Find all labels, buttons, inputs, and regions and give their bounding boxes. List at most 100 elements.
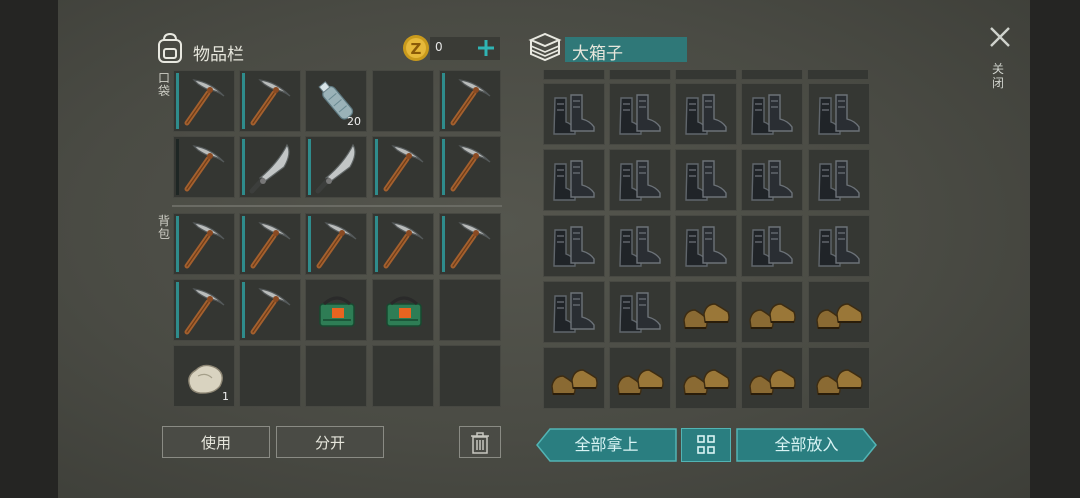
- sort-button[interactable]: [681, 428, 731, 462]
- item-slot[interactable]: [741, 149, 803, 211]
- item-slot[interactable]: [372, 213, 434, 275]
- item-quantity: 20: [347, 115, 361, 128]
- item-slot[interactable]: [173, 279, 235, 341]
- empty-slot[interactable]: [239, 345, 301, 407]
- item-slot[interactable]: [808, 149, 870, 211]
- black-boots-icon: [751, 226, 793, 267]
- pickaxe-icon: [250, 79, 291, 126]
- machete-icon: [315, 143, 356, 194]
- inventory-title: 物品栏: [193, 45, 244, 65]
- black-boots-icon: [553, 292, 595, 333]
- empty-slot[interactable]: [372, 70, 434, 132]
- item-slot[interactable]: [439, 70, 501, 132]
- item-slot[interactable]: [239, 279, 301, 341]
- item-slot[interactable]: [609, 83, 671, 145]
- pickaxe-icon: [184, 222, 225, 269]
- item-slot[interactable]: [808, 83, 870, 145]
- item-slot[interactable]: [543, 347, 605, 409]
- trash-icon: [471, 432, 489, 454]
- empty-slot[interactable]: [305, 345, 367, 407]
- empty-slot[interactable]: [439, 279, 501, 341]
- item-slot[interactable]: [439, 213, 501, 275]
- item-slot[interactable]: [173, 213, 235, 275]
- right-screen-edge: [1030, 0, 1080, 498]
- empty-slot[interactable]: [372, 345, 434, 407]
- take-all-button[interactable]: 全部拿上: [536, 428, 677, 462]
- item-slot[interactable]: [675, 347, 737, 409]
- black-boots-icon: [685, 94, 727, 135]
- item-slot[interactable]: [305, 279, 367, 341]
- pickaxe-icon: [250, 288, 291, 335]
- black-boots-icon: [818, 94, 860, 135]
- item-slot[interactable]: [239, 213, 301, 275]
- item-slot[interactable]: [543, 215, 605, 277]
- item-slot[interactable]: [808, 215, 870, 277]
- pickaxe-icon: [184, 145, 225, 192]
- item-slot[interactable]: [173, 136, 235, 198]
- empty-slot[interactable]: [439, 345, 501, 407]
- item-slot[interactable]: [239, 136, 301, 198]
- item-slot[interactable]: [675, 215, 737, 277]
- brown-shoes-icon: [816, 369, 863, 395]
- item-slot[interactable]: [675, 281, 737, 343]
- item-slot[interactable]: [372, 279, 434, 341]
- black-boots-icon: [619, 160, 661, 201]
- item-slot[interactable]: [609, 215, 671, 277]
- brown-shoes-icon: [617, 369, 664, 395]
- black-boots-icon: [553, 226, 595, 267]
- item-slot[interactable]: [543, 281, 605, 343]
- black-boots-icon: [818, 226, 860, 267]
- pickaxe-icon: [450, 145, 491, 192]
- black-boots-icon: [619, 226, 661, 267]
- item-slot[interactable]: [305, 136, 367, 198]
- item-slot[interactable]: [808, 347, 870, 409]
- black-boots-icon: [751, 94, 793, 135]
- brown-shoes-icon: [749, 303, 796, 329]
- item-slot[interactable]: [609, 347, 671, 409]
- take-all-label: 全部拿上: [574, 435, 639, 454]
- coin-icon: Z: [402, 34, 430, 62]
- container-title: 大箱子: [572, 44, 623, 64]
- item-slot[interactable]: [675, 149, 737, 211]
- item-slot[interactable]: [543, 149, 605, 211]
- supply-box-icon: [319, 296, 355, 327]
- item-slot[interactable]: [239, 70, 301, 132]
- item-slot[interactable]: 1: [173, 345, 235, 407]
- item-slot[interactable]: [372, 136, 434, 198]
- item-slot[interactable]: [439, 136, 501, 198]
- item-slot[interactable]: [609, 149, 671, 211]
- put-all-button[interactable]: 全部放入: [736, 428, 877, 462]
- item-slot[interactable]: [675, 83, 737, 145]
- item-slot[interactable]: 20: [305, 70, 367, 132]
- brown-shoes-icon: [749, 369, 796, 395]
- coin-count: 0: [435, 40, 443, 54]
- item-slot[interactable]: [305, 213, 367, 275]
- pickaxe-icon: [383, 222, 424, 269]
- split-button[interactable]: 分开: [276, 426, 384, 458]
- trash-button[interactable]: [459, 426, 501, 458]
- pocket-label: 口袋: [158, 71, 171, 98]
- item-slot[interactable]: [741, 347, 803, 409]
- close-label: 关闭: [992, 62, 1005, 90]
- svg-text:Z: Z: [411, 40, 422, 58]
- black-boots-icon: [685, 226, 727, 267]
- black-boots-icon: [553, 160, 595, 201]
- backpack-icon: [155, 32, 185, 64]
- black-boots-icon: [619, 292, 661, 333]
- pickaxe-icon: [184, 288, 225, 335]
- add-coins-icon[interactable]: [475, 37, 497, 59]
- chest-icon: [527, 31, 563, 63]
- item-slot[interactable]: [173, 70, 235, 132]
- item-quantity: 1: [222, 390, 229, 403]
- supply-box-icon: [386, 296, 422, 327]
- item-slot[interactable]: [543, 83, 605, 145]
- item-slot[interactable]: [609, 281, 671, 343]
- use-button[interactable]: 使用: [162, 426, 270, 458]
- item-slot[interactable]: [741, 215, 803, 277]
- item-slot[interactable]: [741, 83, 803, 145]
- chest-scroll-strip: [543, 70, 871, 82]
- close-icon: [990, 27, 1010, 47]
- close-button[interactable]: 关闭: [986, 22, 1014, 102]
- item-slot[interactable]: [741, 281, 803, 343]
- item-slot[interactable]: [808, 281, 870, 343]
